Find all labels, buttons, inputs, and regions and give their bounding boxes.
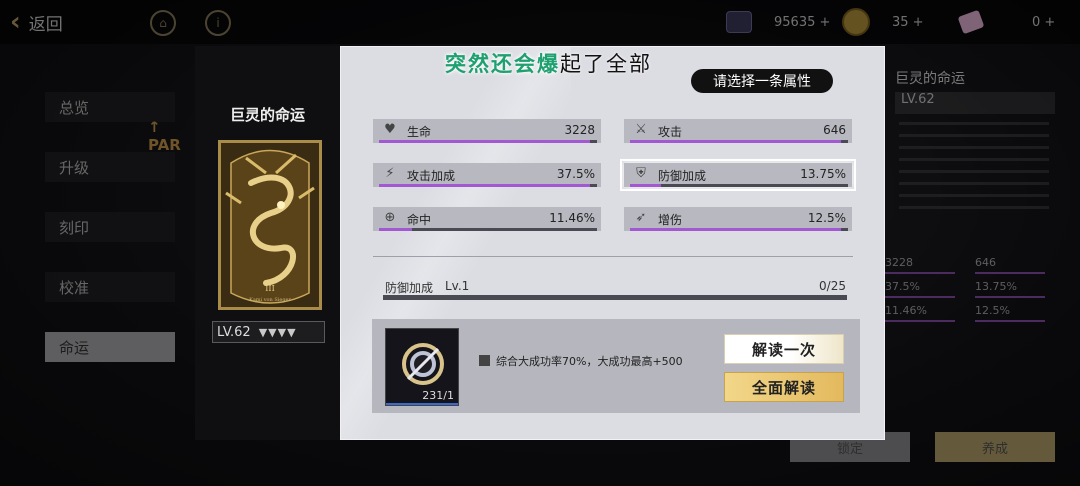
attribute-value: 646 [823,123,846,137]
attribute-name: 攻击加成 [407,169,456,183]
attribute-atk-bonus[interactable]: ⚡ 攻击加成 37.5% [373,163,601,187]
card-level-bar: LV.62 ▼▼▼▼ [212,321,325,343]
progress-count: 0/25 [819,279,846,293]
card-level: LV.62 [217,324,251,340]
prompt-label: 请选择一条属性 [691,69,833,93]
decode-item[interactable]: 231/1 [385,328,459,406]
banner-tail: 起了全部 [560,52,652,76]
attribute-select-dialog: 巨灵的命运 III Kami von Sieger LV.62 ▼▼▼▼ 请选择… [195,46,885,440]
attribute-bar [630,184,848,187]
card-stars: ▼▼▼▼ [258,325,297,339]
decode-token-icon [402,343,444,385]
banner-text: 突然还会爆 [445,52,560,76]
overlay-banner: 突然还会爆起了全部 [445,48,652,78]
sword-icon: ⚔ [635,122,647,137]
attribute-panel: 请选择一条属性 ♥ 生命 3228 ⚔ 攻击 646 ⚡ 攻击加成 37.5% … [340,46,885,440]
attribute-bar [379,228,597,231]
attribute-name: 命中 [407,213,432,227]
attack-boost-icon: ⚡ [385,166,395,181]
card-column: 巨灵的命运 III Kami von Sieger LV.62 ▼▼▼▼ [195,46,340,440]
attribute-dmg-up[interactable]: ➶ 增伤 12.5% [624,207,852,231]
fate-card-image: III Kami von Sieger [218,140,322,310]
attribute-value: 12.5% [807,211,846,225]
attribute-bar [379,184,597,187]
attribute-value: 13.75% [800,167,846,181]
card-caption: Kami von Sieger [249,297,291,303]
attribute-bar [630,140,848,143]
success-rate-text: 综合大成功率70%，大成功最高+500 [496,355,683,368]
crosshair-icon: ⊕ [384,210,396,225]
attribute-name: 增伤 [658,213,683,227]
decode-once-button[interactable]: 解读一次 [724,334,844,364]
decode-all-button[interactable]: 全面解读 [724,372,844,402]
attribute-atk[interactable]: ⚔ 攻击 646 [624,119,852,143]
progress-level: Lv.1 [445,279,470,293]
divider [373,256,853,257]
card-numeral: III [265,284,274,293]
attribute-def-bonus[interactable]: ⛨ 防御加成 13.75% [620,159,856,191]
rate-checkbox[interactable] [479,355,490,366]
attribute-value: 3228 [564,123,595,137]
item-count: 231/1 [422,389,454,402]
attribute-value: 37.5% [556,167,595,181]
attribute-hp[interactable]: ♥ 生命 3228 [373,119,601,143]
shield-icon: ⛨ [636,166,646,181]
decode-box: 231/1 综合大成功率70%，大成功最高+500 解读一次 全面解读 [372,319,860,413]
attribute-hit[interactable]: ⊕ 命中 11.46% [373,207,601,231]
damage-up-icon: ➶ [635,210,647,225]
item-count-bar [386,403,458,405]
progress-bar [383,295,847,300]
attribute-value: 11.46% [549,211,595,225]
progress-attribute-name: 防御加成 [385,281,434,295]
attribute-bar [630,228,848,231]
card-title: 巨灵的命运 [229,106,305,124]
attribute-name: 攻击 [658,125,683,139]
attribute-name: 防御加成 [658,169,707,183]
attribute-name: 生命 [407,125,432,139]
heart-icon: ♥ [384,122,396,137]
attribute-bar [379,140,597,143]
